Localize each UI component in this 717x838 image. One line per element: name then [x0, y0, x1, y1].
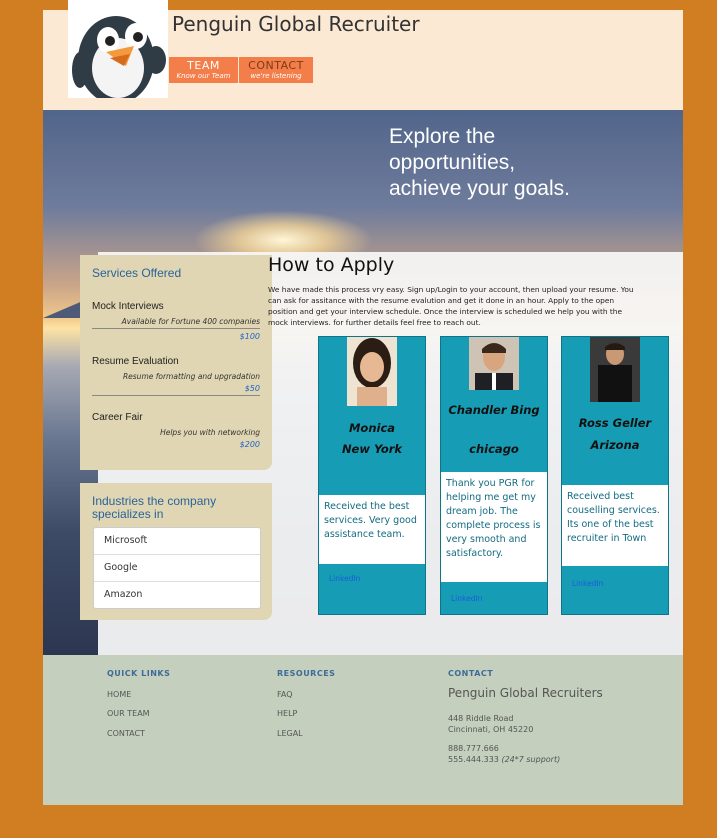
- chandler-photo: [469, 337, 519, 390]
- footer-quick-links-heading: QUICK LINKS: [107, 669, 171, 678]
- linkedin-link[interactable]: LinkedIn: [329, 574, 360, 583]
- nav-tab-team[interactable]: TEAM Know our Team: [169, 57, 238, 83]
- linkedin-link[interactable]: LinkedIn: [572, 579, 603, 588]
- service-divider: [92, 328, 260, 329]
- service-divider: [92, 395, 260, 396]
- testimonial-name: Ross Geller: [578, 416, 652, 430]
- testimonial-city: New York: [341, 442, 403, 456]
- service-price: $50: [244, 384, 260, 393]
- hero-line-3: achieve your goals.: [389, 177, 570, 200]
- testimonial-name: Monica: [348, 421, 396, 435]
- footer-support-phone: 555.444.333: [448, 755, 499, 764]
- hero-headline: Explore the opportunities, achieve your …: [389, 124, 570, 202]
- service-price: $200: [239, 440, 260, 449]
- service-name: Career Fair: [92, 412, 143, 423]
- footer-support-line: 555.444.333 (24*7 support): [448, 755, 560, 764]
- industry-item-microsoft[interactable]: Microsoft: [94, 528, 260, 555]
- industry-item-google[interactable]: Google: [94, 555, 260, 582]
- header: Penguin Global Recruiter TEAM Know our T…: [43, 0, 683, 110]
- footer-link-help[interactable]: HELP: [277, 709, 297, 718]
- service-name: Mock Interviews: [92, 301, 164, 312]
- testimonial-name: Chandler Bing: [448, 403, 540, 417]
- service-name: Resume Evaluation: [92, 356, 179, 367]
- nav-tab-team-sub: Know our Team: [176, 72, 231, 80]
- service-price: $100: [239, 332, 260, 341]
- service-desc: Available for Fortune 400 companies: [121, 317, 260, 326]
- nav-tab-contact-label: CONTACT: [248, 59, 304, 72]
- nav-tab-contact[interactable]: CONTACT we're listening: [239, 57, 313, 83]
- footer-contact-heading: CONTACT: [448, 669, 494, 678]
- penguin-logo[interactable]: [68, 0, 168, 98]
- testimonial-quote: Thank you PGR for helping me get my drea…: [441, 472, 547, 582]
- footer-link-our-team[interactable]: OUR TEAM: [107, 709, 150, 718]
- hero-line-2: opportunities,: [389, 151, 516, 174]
- ross-photo: [590, 337, 640, 402]
- footer-link-home[interactable]: HOME: [107, 690, 131, 699]
- services-title: Services Offered: [92, 266, 182, 280]
- industries-title: Industries the company specializes in: [92, 494, 217, 521]
- apply-title: How to Apply: [268, 254, 395, 276]
- footer-link-faq[interactable]: FAQ: [277, 690, 293, 699]
- testimonial-city: Arizona: [590, 438, 640, 452]
- footer-link-contact[interactable]: CONTACT: [107, 729, 145, 738]
- testimonial-card-ross: Ross Geller Arizona Received best cousel…: [561, 336, 669, 615]
- service-desc: Helps you with networking: [160, 428, 260, 437]
- service-item-resume-evaluation: Resume Evaluation Resume formatting and …: [92, 356, 260, 396]
- footer-link-legal[interactable]: LEGAL: [277, 729, 303, 738]
- services-panel: Services Offered Mock Interviews Availab…: [80, 255, 272, 470]
- apply-description: We have made this process vry easy. Sign…: [268, 285, 634, 327]
- testimonial-city: chicago: [469, 442, 519, 456]
- footer-address-line-1: 448 Riddle Road: [448, 714, 514, 723]
- service-desc: Resume formatting and upgradation: [122, 372, 260, 381]
- footer-company-name: Penguin Global Recruiters: [448, 686, 603, 700]
- footer-resources-heading: RESOURCES: [277, 669, 336, 678]
- service-item-career-fair: Career Fair Helps you with networking $2…: [92, 412, 260, 449]
- monica-photo: [347, 337, 397, 406]
- hero-line-1: Explore the: [389, 125, 496, 148]
- linkedin-link[interactable]: LinkedIn: [451, 594, 482, 603]
- testimonial-quote: Received best couselling services. Its o…: [562, 485, 668, 566]
- nav-tab-contact-sub: we're listening: [250, 72, 302, 80]
- footer-support-note: (24*7 support): [501, 755, 561, 764]
- industries-panel: Industries the company specializes in Mi…: [80, 483, 272, 620]
- footer-phone: 888.777.666: [448, 744, 499, 753]
- industries-list: Microsoft Google Amazon: [93, 527, 261, 609]
- service-item-mock-interviews: Mock Interviews Available for Fortune 40…: [92, 301, 260, 341]
- nav-tab-team-label: TEAM: [187, 59, 220, 72]
- site-title: Penguin Global Recruiter: [172, 12, 420, 36]
- footer: QUICK LINKS HOME OUR TEAM CONTACT RESOUR…: [43, 655, 683, 805]
- industry-item-amazon[interactable]: Amazon: [94, 582, 260, 608]
- testimonial-card-monica: Monica New York Received the best servic…: [318, 336, 426, 615]
- testimonial-quote: Received the best services. Very good as…: [319, 495, 425, 564]
- testimonial-card-chandler: Chandler Bing chicago Thank you PGR for …: [440, 336, 548, 615]
- footer-address-line-2: Cincinnati, OH 45220: [448, 725, 534, 734]
